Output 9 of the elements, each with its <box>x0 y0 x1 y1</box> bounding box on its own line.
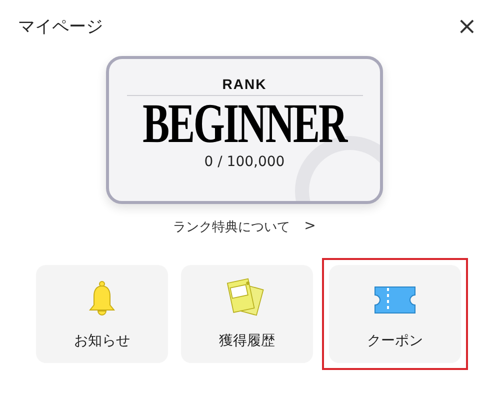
page-title: マイページ <box>18 16 103 38</box>
points-text: 0 / 100,000 <box>204 154 285 170</box>
close-button[interactable]: × <box>452 12 481 40</box>
menu-tile[interactable]: お知らせ <box>36 265 168 363</box>
menu-tile[interactable]: クーポン <box>329 265 461 363</box>
rank-benefits-link[interactable]: ランク特典について > <box>173 218 316 236</box>
rank-label: RANK <box>222 76 267 92</box>
menu-tile[interactable]: 獲得履歴 <box>181 265 313 363</box>
rank-name: BEGINNER <box>142 96 346 152</box>
